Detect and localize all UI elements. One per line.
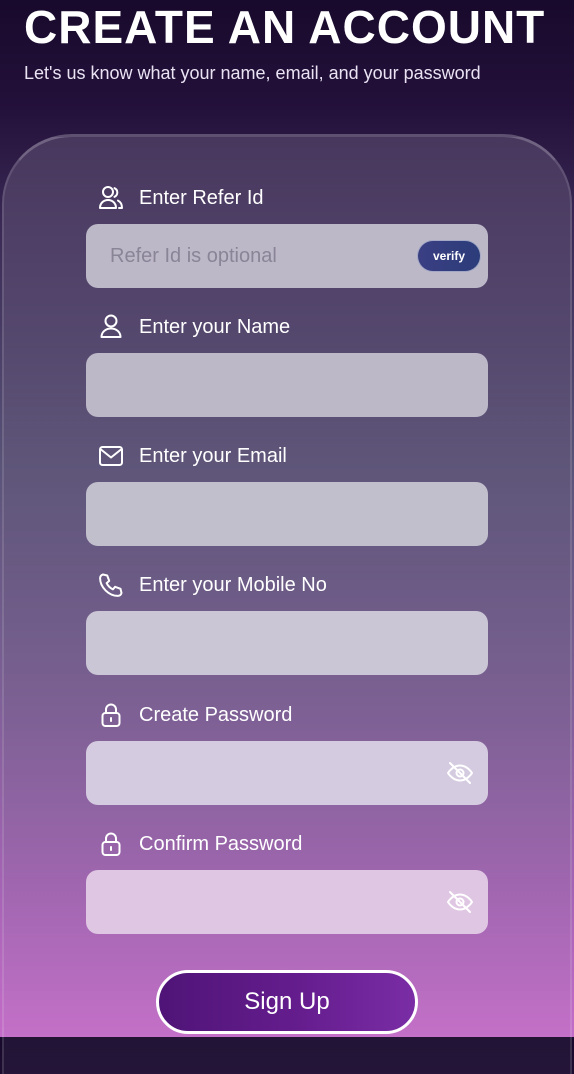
confirm-password-label: Confirm Password [86,829,488,859]
sign-up-button[interactable]: Sign Up [156,970,418,1034]
refer-id-label: Enter Refer Id [86,183,488,213]
eye-off-icon[interactable] [444,886,476,918]
mobile-input[interactable] [86,611,488,675]
email-input-box [86,482,488,546]
refer-id-field: Enter Refer Id verify [86,183,488,288]
name-input[interactable] [86,353,488,417]
email-label-text: Enter your Email [139,445,287,467]
mobile-label: Enter your Mobile No [86,570,488,600]
name-input-box [86,353,488,417]
confirm-password-input[interactable] [86,870,488,934]
page-subtitle: Let's us know what your name, email, and… [24,63,481,83]
confirm-password-field: Confirm Password [86,829,488,934]
create-password-label: Create Password [86,700,488,730]
create-password-input-box [86,741,488,805]
mobile-field: Enter your Mobile No [86,570,488,675]
page-title: CREATE AN ACCOUNT [24,1,546,53]
email-input[interactable] [86,482,488,546]
name-label: Enter your Name [86,312,488,342]
eye-off-icon[interactable] [444,757,476,789]
mobile-label-text: Enter your Mobile No [139,574,327,596]
create-password-label-text: Create Password [139,704,293,726]
refer-id-label-text: Enter Refer Id [139,187,264,209]
refer-id-input-box: verify [86,224,488,288]
email-label: Enter your Email [86,441,488,471]
lock-icon [96,700,126,730]
users-icon [96,183,126,213]
user-icon [96,312,126,342]
lock-icon [96,829,126,859]
mobile-input-box [86,611,488,675]
create-password-field: Create Password [86,700,488,805]
mail-icon [96,441,126,471]
email-field: Enter your Email [86,441,488,546]
phone-icon [96,570,126,600]
name-label-text: Enter your Name [139,316,291,338]
confirm-password-label-text: Confirm Password [139,833,303,855]
create-password-input[interactable] [86,741,488,805]
confirm-password-input-box [86,870,488,934]
name-field: Enter your Name [86,312,488,417]
verify-button[interactable]: verify [417,240,481,272]
